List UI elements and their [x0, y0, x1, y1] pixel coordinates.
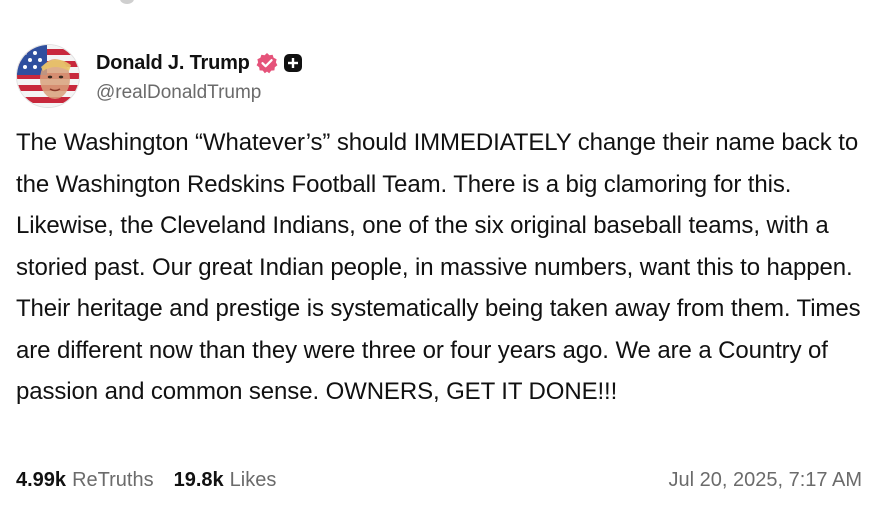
- post-header: Donald J. Trump @realDonaldTrump: [16, 44, 303, 108]
- likes-label: Likes: [229, 468, 277, 491]
- author-handle[interactable]: @realDonaldTrump: [96, 82, 303, 104]
- likes-count: 19.8k: [173, 468, 224, 491]
- truth-post: Donald J. Trump @realDonaldTrump The Was…: [0, 0, 884, 514]
- cropped-element-fragment: [120, 0, 134, 4]
- name-row: Donald J. Trump: [96, 48, 303, 78]
- post-timestamp[interactable]: Jul 20, 2025, 7:17 AM: [669, 469, 862, 492]
- flag-portrait-avatar-icon: [17, 45, 79, 107]
- retruths-count: 4.99k: [16, 468, 67, 491]
- post-footer: 4.99k ReTruths 19.8k Likes Jul 20, 2025,…: [16, 463, 862, 497]
- verified-badge-icon: [256, 52, 278, 74]
- retruths-label: ReTruths: [72, 468, 154, 491]
- likes-stat[interactable]: 19.8k Likes: [174, 469, 277, 492]
- author-display-name[interactable]: Donald J. Trump: [96, 52, 250, 75]
- plus-badge-icon: [283, 53, 303, 73]
- retruths-stat[interactable]: 4.99k ReTruths: [16, 469, 154, 492]
- author-names: Donald J. Trump @realDonaldTrump: [96, 48, 303, 104]
- avatar[interactable]: [16, 44, 80, 108]
- post-text: The Washington “Whatever’s” should IMMED…: [16, 129, 861, 405]
